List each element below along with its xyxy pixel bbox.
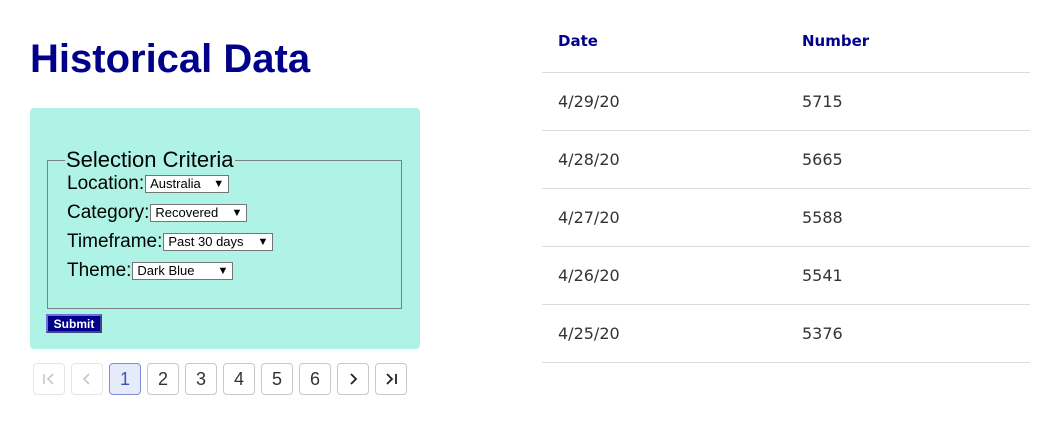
timeframe-label: Timeframe: (67, 230, 163, 252)
date-column-header: Date (558, 31, 598, 50)
dropdown-arrow-icon: ▼ (213, 177, 225, 190)
timeframe-select[interactable]: Past 30 days ▼ (163, 232, 274, 251)
page-title: Historical Data (30, 37, 311, 81)
date-cell: 4/25/20 (558, 324, 620, 343)
page-button-5[interactable]: 5 (261, 363, 293, 395)
timeframe-row: Timeframe: Past 30 days ▼ (67, 227, 401, 256)
submit-button[interactable]: Submit (46, 314, 102, 333)
date-cell: 4/28/20 (558, 150, 620, 169)
first-page-button[interactable] (33, 363, 65, 395)
table-header-row: Date Number (542, 13, 1030, 73)
number-cell: 5665 (802, 150, 843, 169)
date-cell: 4/27/20 (558, 208, 620, 227)
table-row: 4/28/20 5665 (542, 131, 1030, 189)
chevron-left-icon (82, 373, 90, 385)
page-button-6[interactable]: 6 (299, 363, 331, 395)
table-row: 4/27/20 5588 (542, 189, 1030, 247)
chevron-right-icon (350, 373, 358, 385)
theme-select[interactable]: Dark Blue ▼ (132, 261, 234, 280)
next-page-button[interactable] (337, 363, 369, 395)
date-cell: 4/29/20 (558, 92, 620, 111)
pagination: 1 2 3 4 5 6 (33, 363, 407, 395)
page-button-4[interactable]: 4 (223, 363, 255, 395)
dropdown-arrow-icon: ▼ (231, 206, 243, 219)
table-row: 4/25/20 5376 (542, 305, 1030, 363)
first-page-icon (43, 373, 54, 385)
page-button-1[interactable]: 1 (109, 363, 141, 395)
theme-row: Theme: Dark Blue ▼ (67, 256, 401, 285)
selection-criteria-legend: Selection Criteria (66, 147, 234, 172)
last-page-icon (386, 373, 397, 385)
location-row: Location: Australia ▼ (67, 169, 401, 198)
table-row: 4/26/20 5541 (542, 247, 1030, 305)
last-page-button[interactable] (375, 363, 407, 395)
selection-panel: Selection Criteria Location: Australia ▼… (30, 108, 420, 349)
dropdown-arrow-icon: ▼ (257, 235, 269, 248)
category-select[interactable]: Recovered ▼ (150, 203, 248, 222)
dropdown-arrow-icon: ▼ (217, 264, 229, 277)
date-cell: 4/26/20 (558, 266, 620, 285)
theme-select-value: Dark Blue (137, 263, 195, 278)
category-label: Category: (67, 201, 150, 223)
table-row: 4/29/20 5715 (542, 73, 1030, 131)
number-cell: 5376 (802, 324, 843, 343)
page-button-3[interactable]: 3 (185, 363, 217, 395)
location-label: Location: (67, 172, 145, 194)
number-cell: 5541 (802, 266, 843, 285)
page-button-2[interactable]: 2 (147, 363, 179, 395)
number-column-header: Number (802, 31, 870, 50)
theme-label: Theme: (67, 259, 132, 281)
historical-data-table: Date Number 4/29/20 5715 4/28/20 5665 4/… (542, 13, 1030, 363)
timeframe-select-value: Past 30 days (168, 234, 244, 249)
location-select[interactable]: Australia ▼ (145, 174, 230, 193)
selection-criteria-fieldset: Selection Criteria Location: Australia ▼… (47, 147, 402, 309)
previous-page-button[interactable] (71, 363, 103, 395)
location-select-value: Australia (150, 176, 201, 191)
category-row: Category: Recovered ▼ (67, 198, 401, 227)
number-cell: 5588 (802, 208, 843, 227)
number-cell: 5715 (802, 92, 843, 111)
category-select-value: Recovered (155, 205, 219, 220)
